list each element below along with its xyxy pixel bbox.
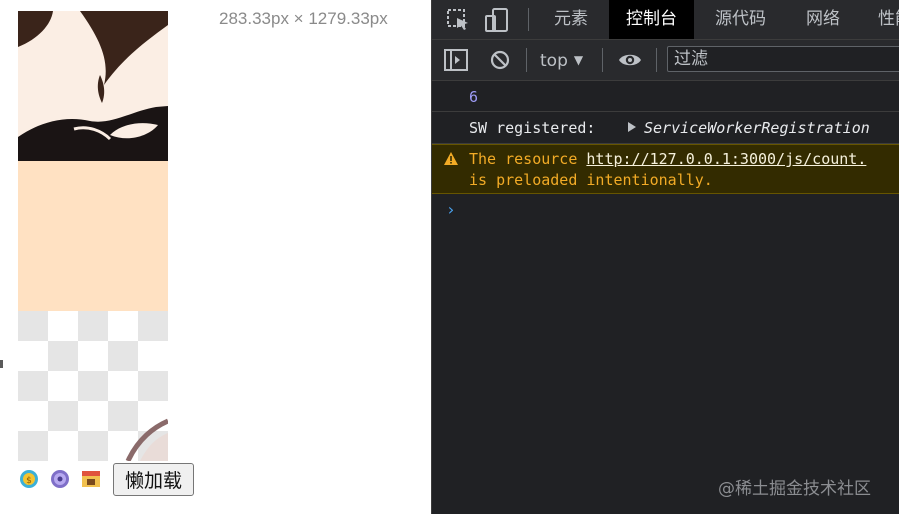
watermark: @稀土掘金技术社区 bbox=[718, 479, 871, 499]
warning-line-1: The resource http://127.0.0.1:3000/js/co… bbox=[469, 150, 866, 168]
dimension-label: 283.33px × 1279.33px bbox=[219, 9, 388, 28]
page-viewport: 283.33px × 1279.33px $ 懒加载 bbox=[0, 0, 431, 514]
console-messages: 6 SW registered: ServiceWorkerRegistrati… bbox=[432, 81, 899, 224]
clear-console-icon[interactable] bbox=[488, 49, 512, 71]
console-row-warning: The resource http://127.0.0.1:3000/js/co… bbox=[432, 144, 899, 194]
log-number-value: 6 bbox=[469, 88, 479, 106]
inspect-element-icon[interactable] bbox=[445, 7, 471, 33]
toolbar-divider bbox=[526, 48, 527, 72]
live-expression-eye-icon[interactable] bbox=[617, 49, 641, 71]
warning-resource-link[interactable]: http://127.0.0.1:3000/js/count. bbox=[586, 150, 866, 168]
lazy-load-button[interactable]: 懒加载 bbox=[113, 462, 195, 496]
image-tile-character bbox=[18, 11, 168, 161]
tabbar-divider bbox=[528, 8, 529, 31]
toolbar-divider bbox=[602, 48, 603, 72]
preview-bottom-bar: $ 懒加载 bbox=[18, 462, 195, 496]
tab-network[interactable]: 网络 bbox=[789, 0, 857, 39]
console-toolbar: top ▼ bbox=[432, 40, 899, 81]
sw-registered-label: SW registered: bbox=[469, 119, 596, 137]
sw-object-name[interactable]: ServiceWorkerRegistration bbox=[644, 119, 870, 137]
console-row-sw-registered: SW registered: ServiceWorkerRegistration bbox=[432, 112, 899, 144]
shop-emoji-icon bbox=[80, 468, 102, 490]
context-selector[interactable]: top ▼ bbox=[540, 49, 583, 71]
devtools-tabbar: 元素 控制台 源代码 网络 性能 bbox=[432, 0, 899, 40]
tab-elements[interactable]: 元素 bbox=[537, 0, 605, 39]
devtools-panel: 元素 控制台 源代码 网络 性能 top ▼ bbox=[431, 0, 899, 514]
sidebar-toggle-icon[interactable] bbox=[444, 49, 468, 71]
image-tile-peach bbox=[18, 161, 168, 311]
image-tile-checkerboard bbox=[18, 311, 168, 461]
warning-prefix: The resource bbox=[469, 150, 587, 168]
device-toolbar-icon[interactable] bbox=[484, 7, 510, 33]
warning-icon bbox=[443, 151, 459, 166]
svg-text:$: $ bbox=[26, 476, 32, 486]
console-row-number: 6 bbox=[432, 81, 899, 112]
expand-triangle-icon[interactable] bbox=[628, 122, 636, 132]
prompt-chevron-icon: › bbox=[446, 200, 456, 219]
planet-emoji-icon bbox=[49, 468, 71, 490]
context-value: top bbox=[540, 51, 568, 71]
lazy-image-column bbox=[18, 11, 168, 461]
console-prompt[interactable]: › bbox=[432, 194, 899, 224]
toolbar-divider bbox=[656, 48, 657, 72]
filter-input[interactable] bbox=[667, 46, 899, 72]
tab-console[interactable]: 控制台 bbox=[609, 0, 694, 39]
scrollbar-mark bbox=[0, 360, 3, 368]
coin-emoji-icon: $ bbox=[18, 468, 40, 490]
tab-performance[interactable]: 性能 bbox=[861, 0, 899, 39]
caret-down-icon: ▼ bbox=[573, 53, 584, 67]
warning-line-2: is preloaded intentionally. bbox=[469, 171, 713, 189]
tab-sources[interactable]: 源代码 bbox=[698, 0, 783, 39]
